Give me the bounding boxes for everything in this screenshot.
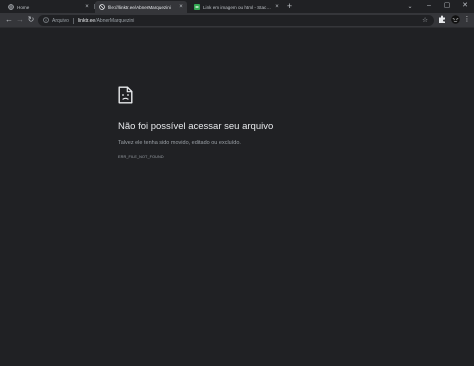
error-code: ERR_FILE_NOT_FOUND <box>118 155 164 159</box>
info-icon[interactable] <box>42 16 50 25</box>
stackoverflow-icon <box>194 4 200 10</box>
browser-window: Home × file:///linktr.ee/AbnerMarquezini… <box>0 0 474 366</box>
globe-icon <box>8 4 14 10</box>
tab-title: Link em imagem ou html - Stack O... <box>203 4 273 10</box>
maximize-button[interactable]: ▢ <box>440 1 454 11</box>
url-text: linktr.ee/AbnerMarquezini <box>78 18 134 24</box>
close-tab-icon[interactable]: × <box>177 4 185 10</box>
url-path: /AbnerMarquezini <box>95 17 135 24</box>
tab-home[interactable]: Home × <box>4 1 93 13</box>
sad-file-icon <box>118 86 133 104</box>
tab-title: file:///linktr.ee/AbnerMarquezini <box>108 4 171 10</box>
tab-title: Home <box>17 4 30 10</box>
profile-avatar[interactable] <box>450 15 460 25</box>
tab-stackoverflow[interactable]: Link em imagem ou html - Stack O... × <box>190 1 283 13</box>
error-description: Talvez ele tenha sido movido, editado ou… <box>118 140 241 146</box>
security-label: Arquivo <box>52 17 69 24</box>
tab-strip: Home × file:///linktr.ee/AbnerMarquezini… <box>0 0 474 13</box>
omnibox-divider <box>72 17 74 24</box>
back-button[interactable]: ← <box>4 15 14 25</box>
bookmark-star-icon[interactable]: ☆ <box>422 15 428 26</box>
browser-toolbar: ← → ↻ Arquivo linktr.ee/AbnerMarquezini … <box>0 13 474 28</box>
extensions-puzzle-icon[interactable] <box>437 15 447 25</box>
close-tab-icon[interactable]: × <box>83 4 91 10</box>
close-window-button[interactable]: ✕ <box>458 1 472 11</box>
error-page: Não foi possível acessar seu arquivo Tal… <box>0 29 474 366</box>
menu-kebab-icon[interactable]: ⋮ <box>462 15 472 25</box>
address-bar[interactable]: Arquivo linktr.ee/AbnerMarquezini ☆ <box>38 15 434 26</box>
new-tab-button[interactable]: + <box>285 2 294 11</box>
reload-button[interactable]: ↻ <box>26 15 36 25</box>
close-tab-icon[interactable]: × <box>273 4 281 10</box>
broken-file-icon <box>99 4 105 10</box>
tab-search-chevron-down-icon[interactable]: ⌄ <box>406 3 414 11</box>
tab-linktree-file[interactable]: file:///linktr.ee/AbnerMarquezini × <box>95 1 187 13</box>
error-title: Não foi possível acessar seu arquivo <box>118 121 274 132</box>
url-host: linktr.ee <box>77 17 96 24</box>
minimize-button[interactable]: – <box>422 1 436 11</box>
forward-button[interactable]: → <box>15 15 25 25</box>
